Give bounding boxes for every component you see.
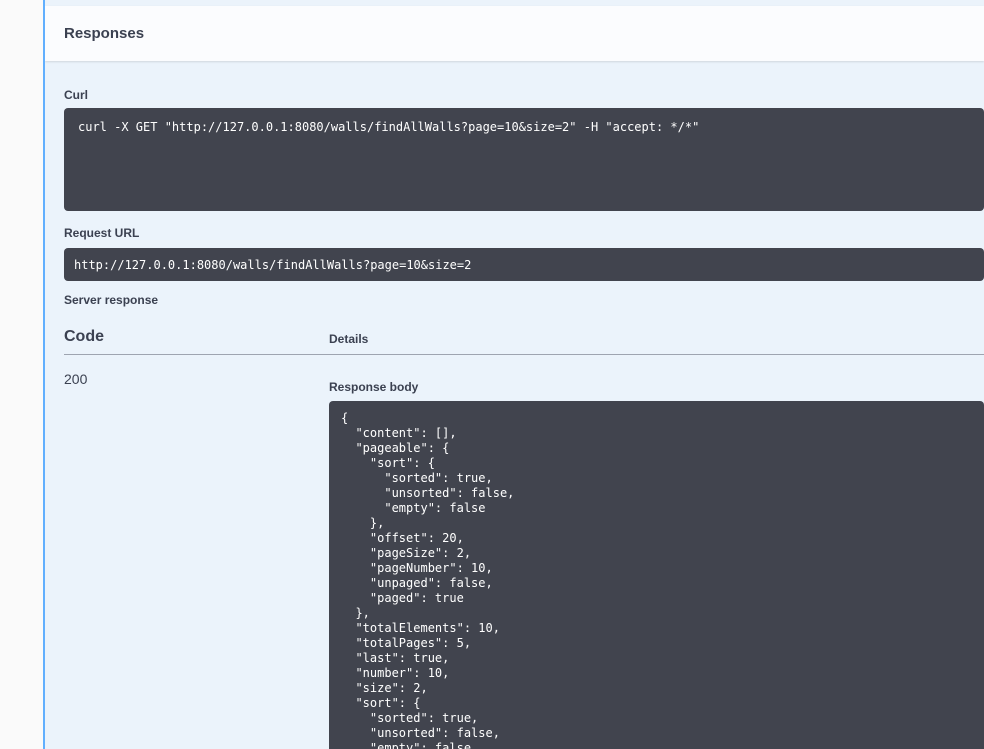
server-response-label: Server response <box>64 293 159 307</box>
server-response-table: Code Details 200 Response body { "conten… <box>64 327 984 749</box>
responses-section-header: Responses <box>45 6 984 61</box>
table-header-row: Code Details <box>64 327 984 355</box>
curl-command-block[interactable]: curl -X GET "http://127.0.0.1:8080/walls… <box>64 108 984 211</box>
server-response-table-head: Code Details <box>64 327 984 355</box>
response-row-200: 200 Response body { "content": [], "page… <box>64 355 984 749</box>
server-response-table-body: 200 Response body { "content": [], "page… <box>64 355 984 749</box>
response-body-json[interactable]: { "content": [], "pageable": { "sort": {… <box>329 401 984 749</box>
response-details-cell: Response body { "content": [], "pageable… <box>329 355 984 749</box>
request-url-text: http://127.0.0.1:8080/walls/findAllWalls… <box>74 258 472 272</box>
response-status-code: 200 <box>64 371 88 387</box>
details-column-header: Details <box>329 327 984 355</box>
code-column-header: Code <box>64 327 329 355</box>
responses-title: Responses <box>64 25 145 42</box>
curl-command-text[interactable]: curl -X GET "http://127.0.0.1:8080/walls… <box>64 108 984 147</box>
request-url-block: http://127.0.0.1:8080/walls/findAllWalls… <box>64 248 984 281</box>
curl-label: Curl <box>64 88 88 102</box>
opblock-get-responses-section: Responses Curl curl -X GET "http://127.0… <box>43 0 984 749</box>
request-url-label: Request URL <box>64 226 140 240</box>
response-body-label: Response body <box>329 380 419 394</box>
opblock-body: Curl curl -X GET "http://127.0.0.1:8080/… <box>45 61 984 749</box>
response-body-block[interactable]: { "content": [], "pageable": { "sort": {… <box>329 401 984 749</box>
swagger-ui-page: Responses Curl curl -X GET "http://127.0… <box>0 0 984 749</box>
